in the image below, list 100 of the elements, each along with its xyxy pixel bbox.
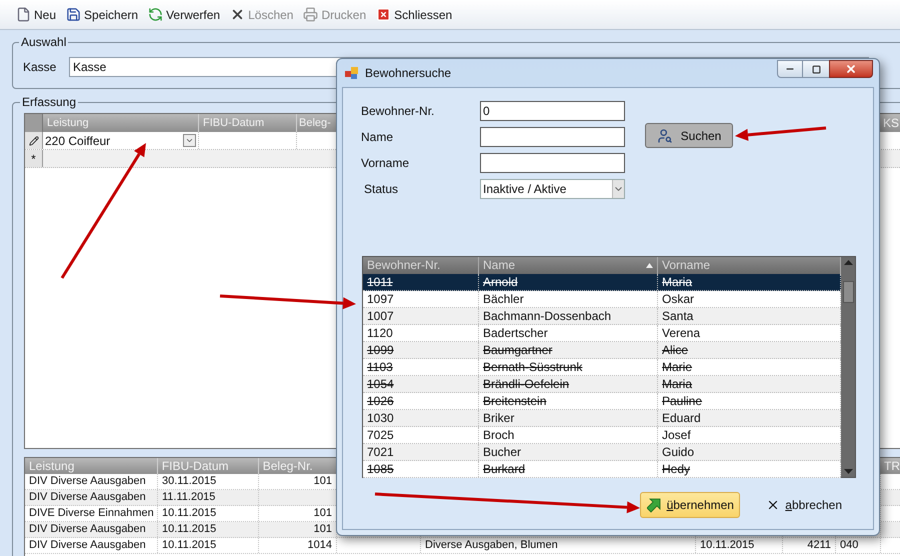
table-cell: DIV Diverse Aausgaben [29,475,146,487]
table-cell: Hedy [662,462,690,476]
column-header: KS [882,115,900,132]
table-row[interactable]: 1103 Bernath-Süsstrunk Marie [363,359,841,376]
table-cell: 7021 [367,445,394,459]
column-header: TR [883,458,900,474]
dropdown-button[interactable] [183,134,196,147]
table-cell: Baumgartner [483,343,552,357]
table-cell: 1011 [367,275,393,289]
table-cell: 101 [314,507,332,519]
table-cell: Guido [662,445,694,459]
table-cell: 30.11.2015 [162,475,216,487]
table-cell: Badertscher [483,326,548,340]
table-cell: 1120 [367,326,393,340]
table-row[interactable]: 7025 Broch Josef [363,427,841,444]
group-title: Erfassung [21,94,78,111]
table-cell: Bächler [483,292,524,306]
table-cell: Broch [483,428,514,442]
input-field[interactable] [480,153,625,173]
close-icon [845,63,857,75]
table-cell: 1014 [308,539,332,551]
table-cell: 1103 [367,360,393,374]
toolbar-button[interactable]: Speichern [64,4,140,26]
table-cell: Marie [662,360,692,374]
maximize-button[interactable] [803,60,829,78]
toolbar-button[interactable]: Verwerfen [146,4,222,26]
table-row[interactable]: 1085 Burkard Hedy [363,461,841,478]
table-cell: Diverse Ausgaben, Blumen [425,539,558,551]
table-row[interactable]: 1120 Badertscher Verena [363,325,841,342]
table-cell: 10.11.2015 [700,539,754,551]
printer-icon [303,7,318,22]
table-cell: Oskar [662,292,694,306]
field-label: Status [363,181,400,198]
scrollbar-thumb[interactable] [842,281,854,303]
table-cell: DIV Diverse Aausgaben [29,539,146,551]
table-cell: 10.11.2015 [162,507,216,519]
field-label: Vorname [361,155,410,172]
field-label: Name [361,129,394,146]
table-cell: 10.11.2015 [162,539,216,551]
table-row[interactable]: 1026 Breitenstein Pauline [363,393,841,410]
sort-arrow-icon [646,263,653,268]
table-cell: DIV Diverse Aausgaben [29,523,146,535]
table-row[interactable]: 1054 Brändli-Oefelein Maria [363,376,841,393]
search-button[interactable]: Suchen [645,123,733,148]
input-field[interactable]: 0 [480,101,625,121]
cancel-button[interactable]: abbrechen [766,492,842,518]
close-button[interactable] [829,60,873,78]
table-row[interactable]: 1099 Baumgartner Alice [363,342,841,359]
scroll-up-icon[interactable] [844,260,852,265]
table-cell: Verena [662,326,700,340]
app-icon [345,66,359,80]
toolbar-button[interactable]: Neu [14,4,58,26]
table-row[interactable]: 1030 Briker Eduard [363,410,841,427]
table-cell: 1026 [367,394,394,408]
table-row[interactable]: 1011 Arnold Maria [363,274,841,291]
table-row[interactable]: 1007 Bachmann-Dossenbach Santa [363,308,841,325]
circular-arrows-icon [148,7,164,22]
table-cell: Arnold [483,275,518,289]
table-cell: Breitenstein [483,394,546,408]
page-icon [16,7,31,22]
field-label: Kasse [23,59,58,76]
group-title: Auswahl [20,34,68,51]
chevron-down-icon [185,136,194,145]
arrow-icon [646,498,661,512]
table-row[interactable]: 7021 Bucher Guido [363,444,841,461]
search-icon [656,128,673,144]
table-cell: 10.11.2015 [162,523,216,535]
input-field[interactable] [480,127,625,147]
toolbar-button[interactable]: Schliessen [374,4,454,26]
table-cell: Maria [662,377,692,391]
table-cell: Bachmann-Dossenbach [483,309,612,323]
table-cell: 1085 [367,462,394,476]
table-cell: 1099 [367,343,394,357]
table-cell: 101 [314,475,332,487]
table-cell: 4211 [807,539,831,551]
table-cell: Briker [483,411,514,425]
table-row[interactable]: 1097 Bächler Oskar [363,291,841,308]
table-cell: 7025 [367,428,394,442]
close-icon [376,7,392,22]
table-cell: DIVE Diverse Einnahmen [29,507,154,519]
window-title: Bewohnersuche [365,65,452,82]
table-cell: Pauline [662,394,702,408]
dropdown-field[interactable]: Inaktive / Aktive [480,179,625,199]
table-cell: 1007 [367,309,394,323]
table-cell: Brändli-Oefelein [483,377,570,391]
accept-button[interactable]: übernehmen [640,492,740,518]
table-cell: Burkard [483,462,526,476]
table-cell: Maria [662,275,692,289]
column-header: FIBU-Datum [199,114,297,132]
column-header: Leistung [43,114,199,132]
table-cell: Eduard [662,411,701,425]
row-marker: * [25,150,43,167]
maximize-icon [812,64,820,74]
table-cell: DIV Diverse Aausgaben [29,491,146,503]
table-cell: 040 [840,539,858,551]
table-cell: 101 [314,523,332,535]
table-cell: Bucher [483,445,522,459]
table-cell: Alice [662,343,688,357]
table-cell: Bernath-Süsstrunk [483,360,582,374]
table-cell: 11.11.2015 [162,491,216,503]
